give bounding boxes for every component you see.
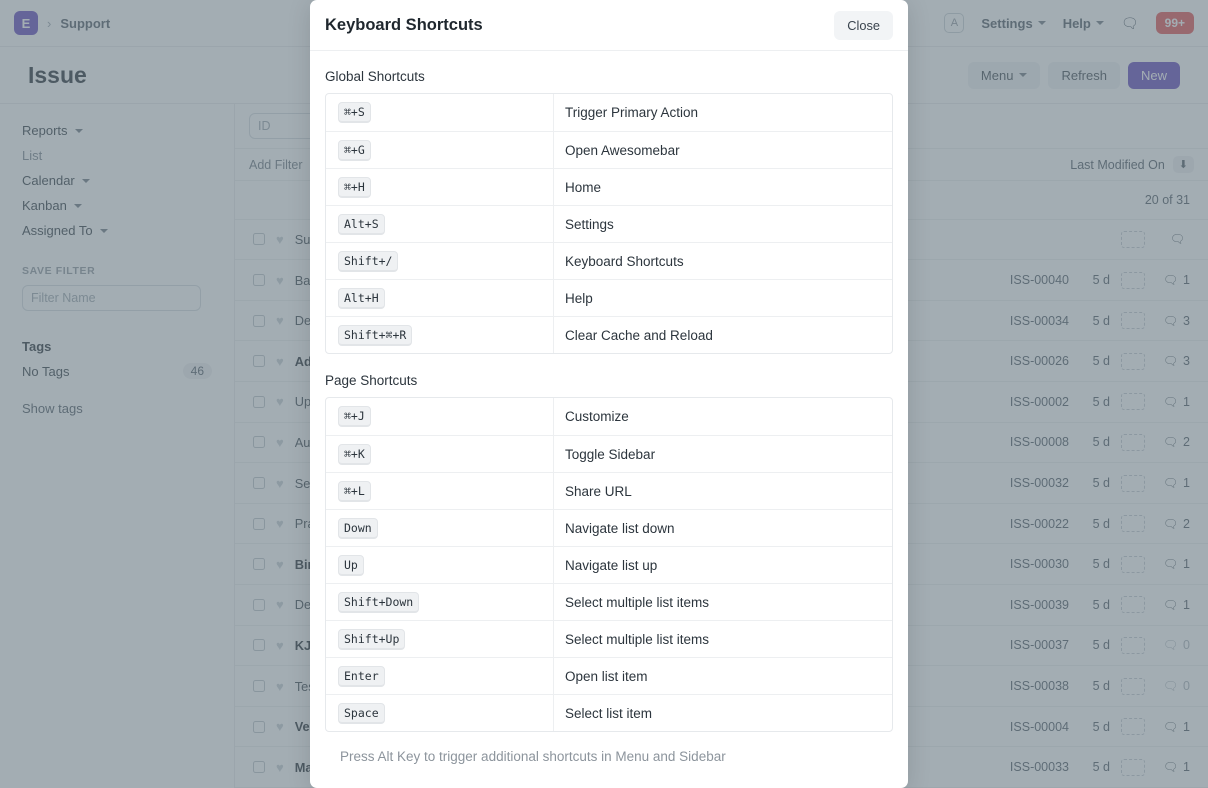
shortcut-keys-cell: ⌘+G [326, 131, 554, 168]
shortcut-key: Space [338, 702, 385, 724]
shortcut-key: Down [338, 517, 378, 539]
shortcut-keys-cell: Alt+H [326, 279, 554, 316]
shortcut-keys-cell: Up [326, 546, 554, 583]
shortcut-description-cell: Navigate list up [554, 546, 892, 583]
shortcut-key: ⌘+H [338, 176, 371, 198]
shortcut-keys-cell: ⌘+H [326, 168, 554, 205]
shortcut-description-cell: Select multiple list items [554, 620, 892, 657]
shortcut-row: ⌘+J Customize [326, 398, 892, 435]
shortcut-key: Up [338, 554, 364, 576]
keyboard-shortcuts-modal: Keyboard Shortcuts Close Global Shortcut… [310, 0, 908, 788]
shortcut-key: Enter [338, 665, 385, 687]
shortcut-keys-cell: Shift+⌘+R [326, 316, 554, 353]
shortcut-key: Alt+S [338, 213, 385, 235]
shortcut-description-cell: Home [554, 168, 892, 205]
shortcut-row: Shift+Up Select multiple list items [326, 620, 892, 657]
shortcut-key: ⌘+S [338, 102, 371, 123]
shortcut-keys-cell: ⌘+J [326, 398, 554, 435]
shortcut-keys-cell: Space [326, 694, 554, 731]
shortcut-key: ⌘+G [338, 139, 371, 161]
shortcut-key: ⌘+J [338, 406, 371, 427]
shortcut-keys-cell: Enter [326, 657, 554, 694]
modal-title: Keyboard Shortcuts [325, 15, 483, 34]
shortcut-key: Shift+Up [338, 628, 406, 650]
page-shortcuts-heading: Page Shortcuts [325, 373, 418, 388]
modal-body: Global Shortcuts ⌘+S Trigger Primary Acti… [310, 51, 908, 764]
shortcut-row: Space Select list item [326, 694, 892, 731]
close-button[interactable]: Close [834, 10, 893, 40]
shortcut-description-cell: Trigger Primary Action [565, 105, 699, 120]
shortcut-row: Shift+/ Keyboard Shortcuts [326, 242, 892, 279]
shortcut-key: Shift+Down [338, 591, 420, 613]
modal-header: Keyboard Shortcuts Close [310, 0, 908, 51]
shortcut-row: Shift+Down Select multiple list items [326, 583, 892, 620]
shortcut-key: Shift+/ [338, 250, 399, 272]
shortcut-description-cell: Open list item [554, 657, 892, 694]
global-shortcuts-heading: Global Shortcuts [325, 69, 425, 84]
shortcut-row: ⌘+H Home [326, 168, 892, 205]
shortcut-row: ⌘+S Trigger Primary Action [326, 94, 892, 131]
modal-footer-note: Press Alt Key to trigger additional shor… [340, 749, 726, 764]
shortcut-description-cell: Navigate list down [554, 509, 892, 546]
shortcut-row: Shift+⌘+R Clear Cache and Reload [326, 316, 892, 353]
shortcut-description-cell: Keyboard Shortcuts [554, 242, 892, 279]
shortcut-row: Down Navigate list down [326, 509, 892, 546]
shortcut-row: ⌘+L Share URL [326, 472, 892, 509]
shortcut-keys-cell: ⌘+L [326, 472, 554, 509]
shortcut-description-cell: Customize [565, 409, 629, 424]
shortcut-keys-cell: Down [326, 509, 554, 546]
shortcut-keys-cell: ⌘+S [326, 94, 554, 131]
shortcut-key: ⌘+K [338, 443, 371, 465]
shortcut-key: ⌘+L [338, 480, 371, 502]
shortcut-description-cell: Clear Cache and Reload [554, 316, 892, 353]
shortcut-description-cell: Select list item [554, 694, 892, 731]
shortcut-row: Up Navigate list up [326, 546, 892, 583]
shortcut-description-cell: Share URL [554, 472, 892, 509]
shortcut-row: Alt+S Settings [326, 205, 892, 242]
shortcut-description-cell: Select multiple list items [554, 583, 892, 620]
page-shortcuts-table: ⌘+J Customize ⌘+K Toggle Sidebar ⌘+L Share UR… [325, 397, 893, 732]
shortcut-row: Enter Open list item [326, 657, 892, 694]
shortcut-row: ⌘+K Toggle Sidebar [326, 435, 892, 472]
shortcut-keys-cell: Alt+S [326, 205, 554, 242]
shortcut-row: ⌘+G Open Awesomebar [326, 131, 892, 168]
shortcut-keys-cell: Shift+Down [326, 583, 554, 620]
shortcut-key: Alt+H [338, 287, 385, 309]
shortcut-description-cell: Help [554, 279, 892, 316]
shortcut-row: Alt+H Help [326, 279, 892, 316]
shortcut-description-cell: Settings [554, 205, 892, 242]
shortcut-description-cell: Open Awesomebar [554, 131, 892, 168]
shortcut-keys-cell: Shift+/ [326, 242, 554, 279]
global-shortcuts-table: ⌘+S Trigger Primary Action ⌘+G Open Awesome… [325, 93, 893, 354]
shortcut-key: Shift+⌘+R [338, 324, 413, 346]
shortcut-description-cell: Toggle Sidebar [554, 435, 892, 472]
shortcut-keys-cell: Shift+Up [326, 620, 554, 657]
shortcut-keys-cell: ⌘+K [326, 435, 554, 472]
